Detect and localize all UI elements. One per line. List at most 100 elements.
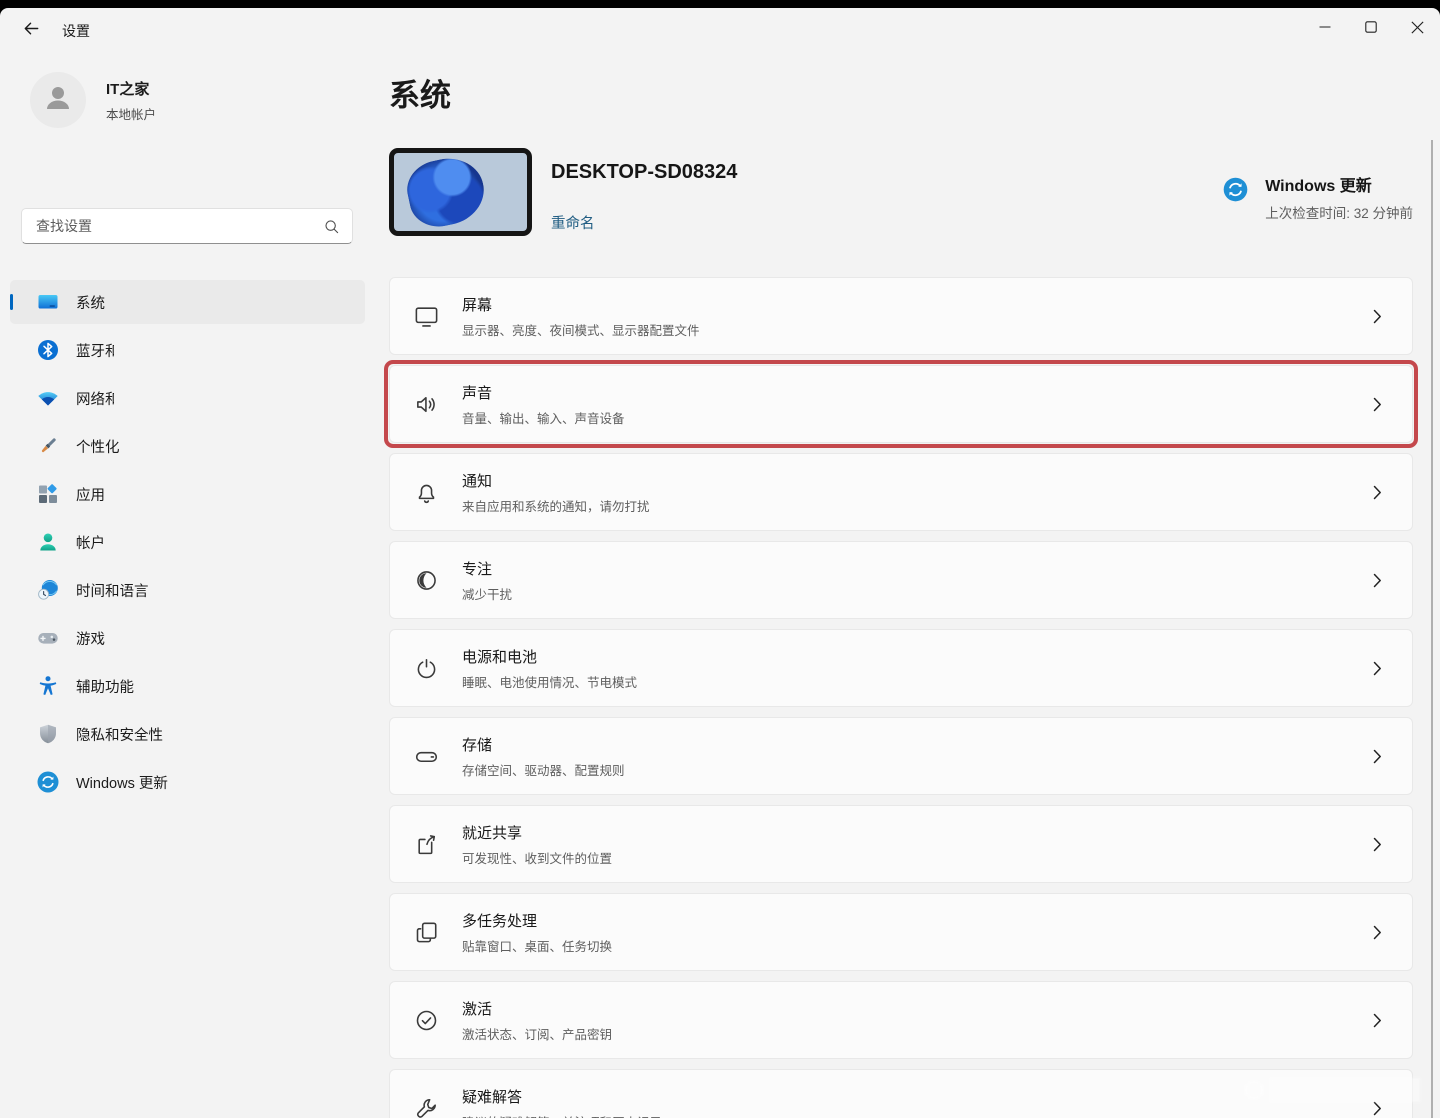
bluetooth-icon <box>36 338 60 362</box>
sidebar-item-label: 系统 <box>76 295 105 312</box>
row-subtitle: 减少干扰 <box>462 587 513 602</box>
avatar <box>30 72 86 128</box>
sidebar-item-accounts[interactable]: 帐户 <box>10 520 365 564</box>
sidebar-item-privacy[interactable]: 隐私和安全性 <box>10 712 365 756</box>
sidebar-item-label: 隐私和安全性 <box>76 727 163 744</box>
row-subtitle: 睡眠、电池使用情况、节电模式 <box>462 675 638 690</box>
activation-icon <box>413 1007 440 1034</box>
sidebar-item-label: 个性化 <box>76 439 120 456</box>
row-title: 声音 <box>462 384 493 402</box>
power-icon <box>413 655 440 682</box>
privacy-icon <box>36 722 60 746</box>
notifications-icon <box>413 479 440 506</box>
sidebar-item-label: 网络和 <box>76 391 114 408</box>
sidebar-item-bluetooth[interactable]: 蓝牙和 <box>10 328 365 372</box>
sidebar-item-time-language[interactable]: 时间和语言 <box>10 568 365 612</box>
settings-row-focus[interactable]: 专注 减少干扰 <box>389 541 1413 619</box>
sidebar-item-personalization[interactable]: 个性化 <box>10 424 365 468</box>
sidebar-item-label: Windows 更新 <box>76 775 168 792</box>
windows-update-icon <box>1222 176 1249 203</box>
back-icon <box>22 19 41 43</box>
row-subtitle: 激活状态、订阅、产品密钥 <box>462 1027 613 1042</box>
search-input[interactable] <box>34 217 323 235</box>
update-title: Windows 更新 <box>1265 178 1372 195</box>
row-subtitle: 来自应用和系统的通知，请勿打扰 <box>462 499 650 514</box>
chevron-right-icon <box>1373 661 1382 676</box>
gaming-icon <box>36 626 60 650</box>
settings-row-activation[interactable]: 激活 激活状态、订阅、产品密钥 <box>389 981 1413 1059</box>
chevron-right-icon <box>1373 309 1382 324</box>
personalization-icon <box>36 434 60 458</box>
multitasking-icon <box>413 919 440 946</box>
row-title: 通知 <box>462 472 493 490</box>
settings-window: 设置 IT之家 本地帐户 查找设置 系统 蓝牙和 网络和 个性化 应用 帐户 时… <box>0 8 1440 1118</box>
chevron-right-icon <box>1373 1101 1382 1116</box>
sidebar-item-label: 应用 <box>76 487 105 504</box>
profile-account-type: 本地帐户 <box>106 107 157 122</box>
chevron-right-icon <box>1373 573 1382 588</box>
storage-icon <box>413 743 440 770</box>
accessibility-icon <box>36 674 60 698</box>
back-button[interactable] <box>14 16 48 46</box>
display-icon <box>413 303 440 330</box>
device-thumbnail <box>389 148 532 236</box>
chevron-right-icon <box>1373 749 1382 764</box>
page-title: 系统 <box>389 78 451 113</box>
time-language-icon <box>36 578 60 602</box>
device-header: DESKTOP-SD08324 重命名 Windows 更新 上次检查时间: 3… <box>389 148 1413 240</box>
settings-rows: 屏幕 显示器、亮度、夜间模式、显示器配置文件 声音 音量、输出、输入、声音设备 … <box>384 277 1418 1118</box>
chevron-right-icon <box>1373 925 1382 940</box>
row-title: 屏幕 <box>462 296 493 314</box>
sidebar-item-label: 帐户 <box>76 535 105 552</box>
chevron-right-icon <box>1373 1013 1382 1028</box>
settings-row-multitasking[interactable]: 多任务处理 贴靠窗口、桌面、任务切换 <box>389 893 1413 971</box>
search-box <box>21 208 353 244</box>
troubleshoot-icon <box>413 1095 440 1118</box>
nearby-sharing-icon <box>413 831 440 858</box>
profile-name: IT之家 <box>106 80 150 98</box>
row-title: 电源和电池 <box>462 648 538 666</box>
row-subtitle: 建议的疑难解答、关注项和历史记录 <box>462 1112 1373 1118</box>
main-content: 系统 DESKTOP-SD08324 重命名 Windows 更新 上次检查时间… <box>384 8 1418 1118</box>
settings-row-power[interactable]: 电源和电池 睡眠、电池使用情况、节电模式 <box>389 629 1413 707</box>
accounts-icon <box>36 530 60 554</box>
sidebar-item-network[interactable]: 网络和 <box>10 376 365 420</box>
update-detail: 上次检查时间: 32 分钟前 <box>1265 206 1413 221</box>
sound-icon <box>413 391 440 418</box>
row-subtitle: 显示器、亮度、夜间模式、显示器配置文件 <box>462 323 700 338</box>
scrollbar[interactable] <box>1431 140 1433 1118</box>
rename-link[interactable]: 重命名 <box>551 212 595 233</box>
settings-row-notifications[interactable]: 通知 来自应用和系统的通知，请勿打扰 <box>389 453 1413 531</box>
sidebar-item-label: 蓝牙和 <box>76 343 114 360</box>
sidebar-item-label: 时间和语言 <box>76 583 149 600</box>
row-title: 疑难解答 <box>462 1088 523 1106</box>
settings-row-storage[interactable]: 存储 存储空间、驱动器、配置规则 <box>389 717 1413 795</box>
sidebar-item-accessibility[interactable]: 辅助功能 <box>10 664 365 708</box>
search-icon[interactable] <box>323 218 340 235</box>
sidebar-item-apps[interactable]: 应用 <box>10 472 365 516</box>
settings-row-nearby-sharing[interactable]: 就近共享 可发现性、收到文件的位置 <box>389 805 1413 883</box>
chevron-right-icon <box>1373 485 1382 500</box>
update-status[interactable]: Windows 更新 上次检查时间: 32 分钟前 <box>1222 172 1413 222</box>
sidebar-item-system[interactable]: 系统 <box>10 280 365 324</box>
chevron-right-icon <box>1373 837 1382 852</box>
user-icon <box>41 81 75 120</box>
focus-icon <box>413 567 440 594</box>
row-title: 多任务处理 <box>462 912 538 930</box>
settings-row-sound[interactable]: 声音 音量、输出、输入、声音设备 <box>384 360 1418 448</box>
settings-row-troubleshoot[interactable]: 疑难解答 建议的疑难解答、关注项和历史记录 <box>389 1069 1413 1118</box>
sidebar: IT之家 本地帐户 系统 蓝牙和 网络和 个性化 应用 帐户 时间和语言 游戏 <box>0 52 375 1118</box>
row-title: 激活 <box>462 1000 493 1018</box>
row-title: 专注 <box>462 560 493 578</box>
sidebar-item-windows-update[interactable]: Windows 更新 <box>10 760 365 804</box>
profile[interactable]: IT之家 本地帐户 <box>30 72 156 128</box>
row-title: 存储 <box>462 736 493 754</box>
sidebar-item-gaming[interactable]: 游戏 <box>10 616 365 660</box>
sidebar-nav: 系统 蓝牙和 网络和 个性化 应用 帐户 时间和语言 游戏 辅助功能 隐私和安全… <box>10 280 365 808</box>
sidebar-item-label: 游戏 <box>76 631 105 648</box>
settings-row-display[interactable]: 屏幕 显示器、亮度、夜间模式、显示器配置文件 <box>389 277 1413 355</box>
row-subtitle: 贴靠窗口、桌面、任务切换 <box>462 939 613 954</box>
network-icon <box>36 386 60 410</box>
row-subtitle: 音量、输出、输入、声音设备 <box>462 411 625 426</box>
device-name: DESKTOP-SD08324 <box>551 161 738 183</box>
